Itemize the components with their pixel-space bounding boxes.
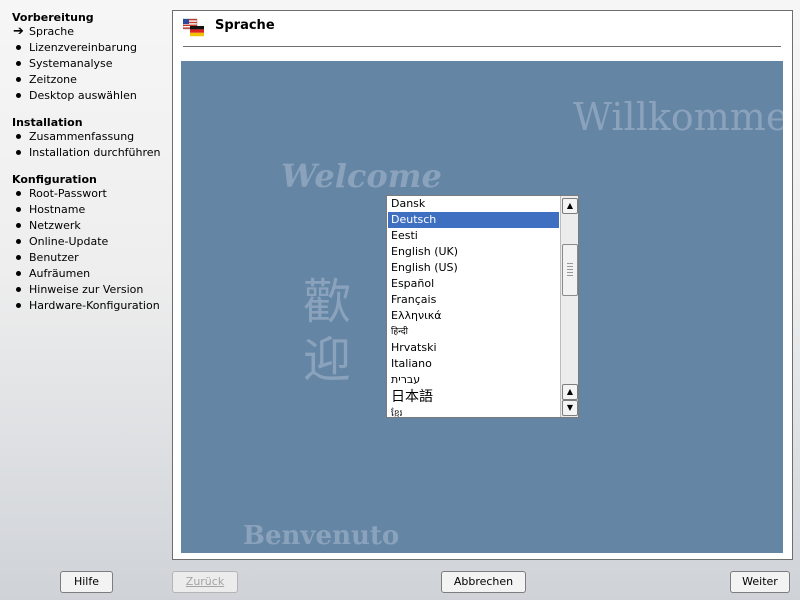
language-list-scrollbar[interactable]: ▲ ▲ ▼ bbox=[560, 196, 578, 417]
bullet-icon bbox=[16, 93, 21, 98]
step-label: Online-Update bbox=[29, 235, 109, 248]
cancel-button[interactable]: Abbrechen bbox=[441, 571, 526, 593]
bullet-icon bbox=[16, 303, 21, 308]
step-zeitzone: Zeitzone bbox=[14, 73, 77, 87]
step-label: Aufräumen bbox=[29, 267, 91, 280]
step-systemanalyse: Systemanalyse bbox=[14, 57, 113, 71]
step-hostname: Hostname bbox=[14, 203, 85, 217]
language-item-espanol[interactable]: Español bbox=[387, 276, 560, 292]
language-item-khmer[interactable]: ខ្មែរ bbox=[387, 406, 560, 417]
banner-word-kanji: 歡迎 bbox=[303, 274, 352, 388]
step-label: Sprache bbox=[29, 25, 75, 38]
step-sprache: ➔ Sprache bbox=[13, 25, 74, 39]
step-label: Netzwerk bbox=[29, 219, 81, 232]
language-item-deutsch[interactable]: Deutsch bbox=[388, 212, 559, 228]
step-zusammenfassung: Zusammenfassung bbox=[14, 130, 134, 144]
step-label: Hostname bbox=[29, 203, 86, 216]
grip-icon bbox=[567, 263, 573, 277]
bullet-icon bbox=[16, 287, 21, 292]
step-label: Hardware-Konfiguration bbox=[29, 299, 160, 312]
help-button-label: Hilfe bbox=[73, 575, 100, 588]
language-item-eesti[interactable]: Eesti bbox=[387, 228, 560, 244]
step-lizenzvereinbarung: Lizenzvereinbarung bbox=[14, 41, 137, 55]
step-label: Lizenzvereinbarung bbox=[29, 41, 137, 54]
bullet-icon bbox=[16, 77, 21, 82]
step-hinweise-zur-version: Hinweise zur Version bbox=[14, 283, 143, 297]
back-button-label: Zurück bbox=[185, 575, 225, 588]
language-item-english-us[interactable]: English (US) bbox=[387, 260, 560, 276]
bullet-icon bbox=[16, 271, 21, 276]
bullet-icon bbox=[16, 61, 21, 66]
bullet-icon bbox=[16, 150, 21, 155]
cancel-button-label: Abbrechen bbox=[453, 575, 514, 588]
step-label: Hinweise zur Version bbox=[29, 283, 144, 296]
step-installation-durchfuehren: Installation durchführen bbox=[14, 146, 161, 160]
bullet-icon bbox=[16, 239, 21, 244]
language-list[interactable]: Dansk Deutsch Eesti English (UK) English… bbox=[387, 196, 560, 417]
section-title-installation: Installation bbox=[12, 116, 83, 129]
language-item-italiano[interactable]: Italiano bbox=[387, 356, 560, 372]
back-button[interactable]: Zurück bbox=[172, 571, 238, 593]
step-label: Root-Passwort bbox=[29, 187, 107, 200]
banner-word-benvenuto: Benvenuto bbox=[243, 521, 400, 551]
step-online-update: Online-Update bbox=[14, 235, 108, 249]
scroll-up-button-lower[interactable]: ▲ bbox=[562, 384, 578, 400]
language-flags-icon bbox=[183, 18, 204, 37]
banner-word-willkommen: Willkommen bbox=[573, 95, 783, 139]
bullet-icon bbox=[16, 45, 21, 50]
step-desktop-auswaehlen: Desktop auswählen bbox=[14, 89, 137, 103]
bullet-icon bbox=[16, 223, 21, 228]
header-divider bbox=[183, 46, 781, 47]
step-label: Zeitzone bbox=[29, 73, 77, 86]
current-step-arrow-icon: ➔ bbox=[13, 24, 24, 39]
bullet-icon bbox=[16, 207, 21, 212]
language-item-japanese[interactable]: 日本語 bbox=[387, 388, 560, 406]
language-item-hrvatski[interactable]: Hrvatski bbox=[387, 340, 560, 356]
next-button-label: Weiter bbox=[742, 575, 778, 588]
bullet-icon bbox=[16, 255, 21, 260]
language-item-francais[interactable]: Français bbox=[387, 292, 560, 308]
step-label: Installation durchführen bbox=[29, 146, 161, 159]
step-hardware-konfiguration: Hardware-Konfiguration bbox=[14, 299, 160, 313]
language-item-greek[interactable]: Ελληνικά bbox=[387, 308, 560, 324]
page-title: Sprache bbox=[215, 18, 275, 33]
section-title-vorbereitung: Vorbereitung bbox=[12, 11, 94, 24]
language-item-hindi[interactable]: हिन्दी bbox=[387, 324, 560, 340]
language-listbox[interactable]: Dansk Deutsch Eesti English (UK) English… bbox=[386, 195, 579, 418]
step-label: Benutzer bbox=[29, 251, 79, 264]
bullet-icon bbox=[16, 191, 21, 196]
step-label: Zusammenfassung bbox=[29, 130, 135, 143]
scroll-up-button[interactable]: ▲ bbox=[562, 198, 578, 214]
section-title-konfiguration: Konfiguration bbox=[12, 173, 97, 186]
scroll-down-button[interactable]: ▼ bbox=[562, 400, 578, 416]
language-item-dansk[interactable]: Dansk bbox=[387, 196, 560, 212]
step-benutzer: Benutzer bbox=[14, 251, 79, 265]
step-root-passwort: Root-Passwort bbox=[14, 187, 107, 201]
help-button[interactable]: Hilfe bbox=[60, 571, 113, 593]
step-label: Desktop auswählen bbox=[29, 89, 137, 102]
step-netzwerk: Netzwerk bbox=[14, 219, 81, 233]
bullet-icon bbox=[16, 134, 21, 139]
scroll-thumb[interactable] bbox=[562, 244, 578, 296]
installation-steps-sidebar: Vorbereitung ➔ Sprache Lizenzvereinbarung… bbox=[0, 0, 170, 560]
language-item-hebrew[interactable]: עברית bbox=[387, 372, 560, 388]
next-button[interactable]: Weiter bbox=[730, 571, 790, 593]
step-label: Systemanalyse bbox=[29, 57, 113, 70]
banner-word-welcome: Welcome bbox=[281, 157, 442, 195]
step-aufraeumen: Aufräumen bbox=[14, 267, 90, 281]
language-item-english-uk[interactable]: English (UK) bbox=[387, 244, 560, 260]
